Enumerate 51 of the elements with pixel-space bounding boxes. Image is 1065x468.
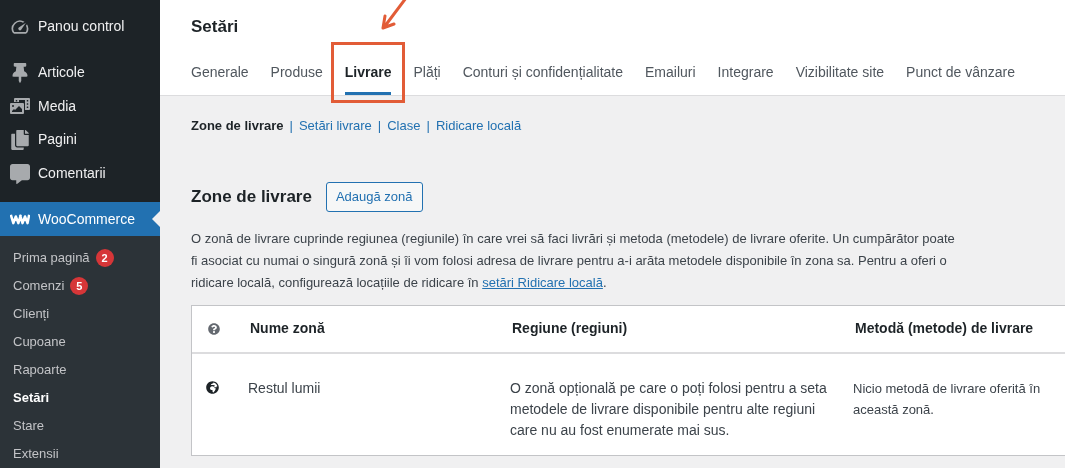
menu-item[interactable]: Pagini bbox=[0, 123, 160, 157]
sub-tab-link[interactable]: Ridicare locală bbox=[435, 116, 522, 136]
tab[interactable]: Livrare bbox=[334, 62, 402, 95]
table-cell-text: O zonă opțională pe care o poți folosi pentru a seta metodele de livrare disponibile pentru alte regiuni care nu au fost enumerate mai sus. bbox=[510, 378, 828, 440]
section-heading: Zone de livrare bbox=[191, 185, 312, 208]
sub-tab-link[interactable]: Zone de livrare bbox=[191, 116, 284, 136]
submenu-item[interactable]: Comenzi 5 bbox=[0, 272, 160, 301]
menu-item[interactable]: WooCommerce bbox=[0, 202, 160, 237]
menu-item[interactable]: Panou control bbox=[0, 10, 160, 44]
submenu-item[interactable]: Stare bbox=[0, 412, 160, 441]
media-icon bbox=[10, 96, 30, 117]
tab[interactable]: Vizibilitate site bbox=[785, 62, 895, 95]
submenu-item[interactable]: Prima pagină 2 bbox=[0, 244, 160, 273]
submenu-item[interactable]: Rapoarte bbox=[0, 356, 160, 385]
w-logo-icon bbox=[10, 213, 30, 226]
tab[interactable]: Conturi și confidențialitate bbox=[452, 62, 633, 95]
submenu-item[interactable]: Cupoane bbox=[0, 328, 160, 357]
tab[interactable]: Produse bbox=[260, 62, 333, 95]
submenu-item[interactable]: Setări bbox=[0, 384, 160, 413]
submenu-item[interactable]: Clienți bbox=[0, 300, 160, 329]
table-cell-text: Nicio metodă de livrare oferită în această zonă. bbox=[853, 379, 1042, 419]
separator: | bbox=[289, 117, 293, 135]
sub-tab-link[interactable]: Setări livrare bbox=[298, 116, 372, 136]
pages-icon bbox=[10, 129, 30, 150]
pin-icon bbox=[10, 62, 30, 83]
table-cell-text: Restul lumii bbox=[248, 378, 322, 398]
tab[interactable]: Punct de vânzare bbox=[896, 62, 1026, 95]
menu-item[interactable]: Comentarii bbox=[0, 156, 160, 191]
globe-icon bbox=[206, 380, 219, 394]
tab[interactable]: Integrare bbox=[707, 62, 784, 95]
tab[interactable]: Generale bbox=[191, 62, 259, 95]
sub-tab-link[interactable]: Clase bbox=[387, 116, 421, 136]
description-text: O zonă de livrare cuprinde regiunea (regiunile) în care vrei să faci livrări și metoda (metodele) de livrare oferite. Un cumpărător poate fi asociat cu numai o singură zonă și îi vom folosi adresa de livrare pentru a-i arăta metodele disponibile în zona sa. Pentru a oferi o ridicare locală, configurează locațiile de ridicare în setări Ridicare locală. bbox=[190, 229, 956, 292]
add-zone-button[interactable]: Adaugă zonă bbox=[325, 181, 423, 212]
column-header: Regiune (regiuni) bbox=[512, 319, 629, 338]
current-indicator-icon bbox=[152, 211, 160, 228]
column-header: Nume zonă bbox=[250, 319, 326, 338]
page-title: Setări bbox=[191, 16, 239, 36]
menu-item[interactable]: Articole bbox=[0, 55, 160, 90]
column-header: Metodă (metode) de livrare bbox=[855, 319, 1034, 338]
help-icon bbox=[208, 322, 220, 335]
tab[interactable]: Emailuri bbox=[635, 62, 706, 95]
tab[interactable]: Plăți bbox=[403, 62, 451, 95]
separator: | bbox=[377, 117, 382, 135]
separator: | bbox=[426, 117, 430, 135]
count-badge: 2 bbox=[95, 249, 114, 268]
submenu-item[interactable]: Extensii bbox=[0, 440, 160, 468]
menu-item[interactable]: Media bbox=[0, 89, 160, 123]
speech-bubble-icon bbox=[10, 163, 30, 184]
pickup-settings-link[interactable]: setări Ridicare locală bbox=[482, 274, 603, 290]
count-badge: 5 bbox=[70, 277, 89, 296]
